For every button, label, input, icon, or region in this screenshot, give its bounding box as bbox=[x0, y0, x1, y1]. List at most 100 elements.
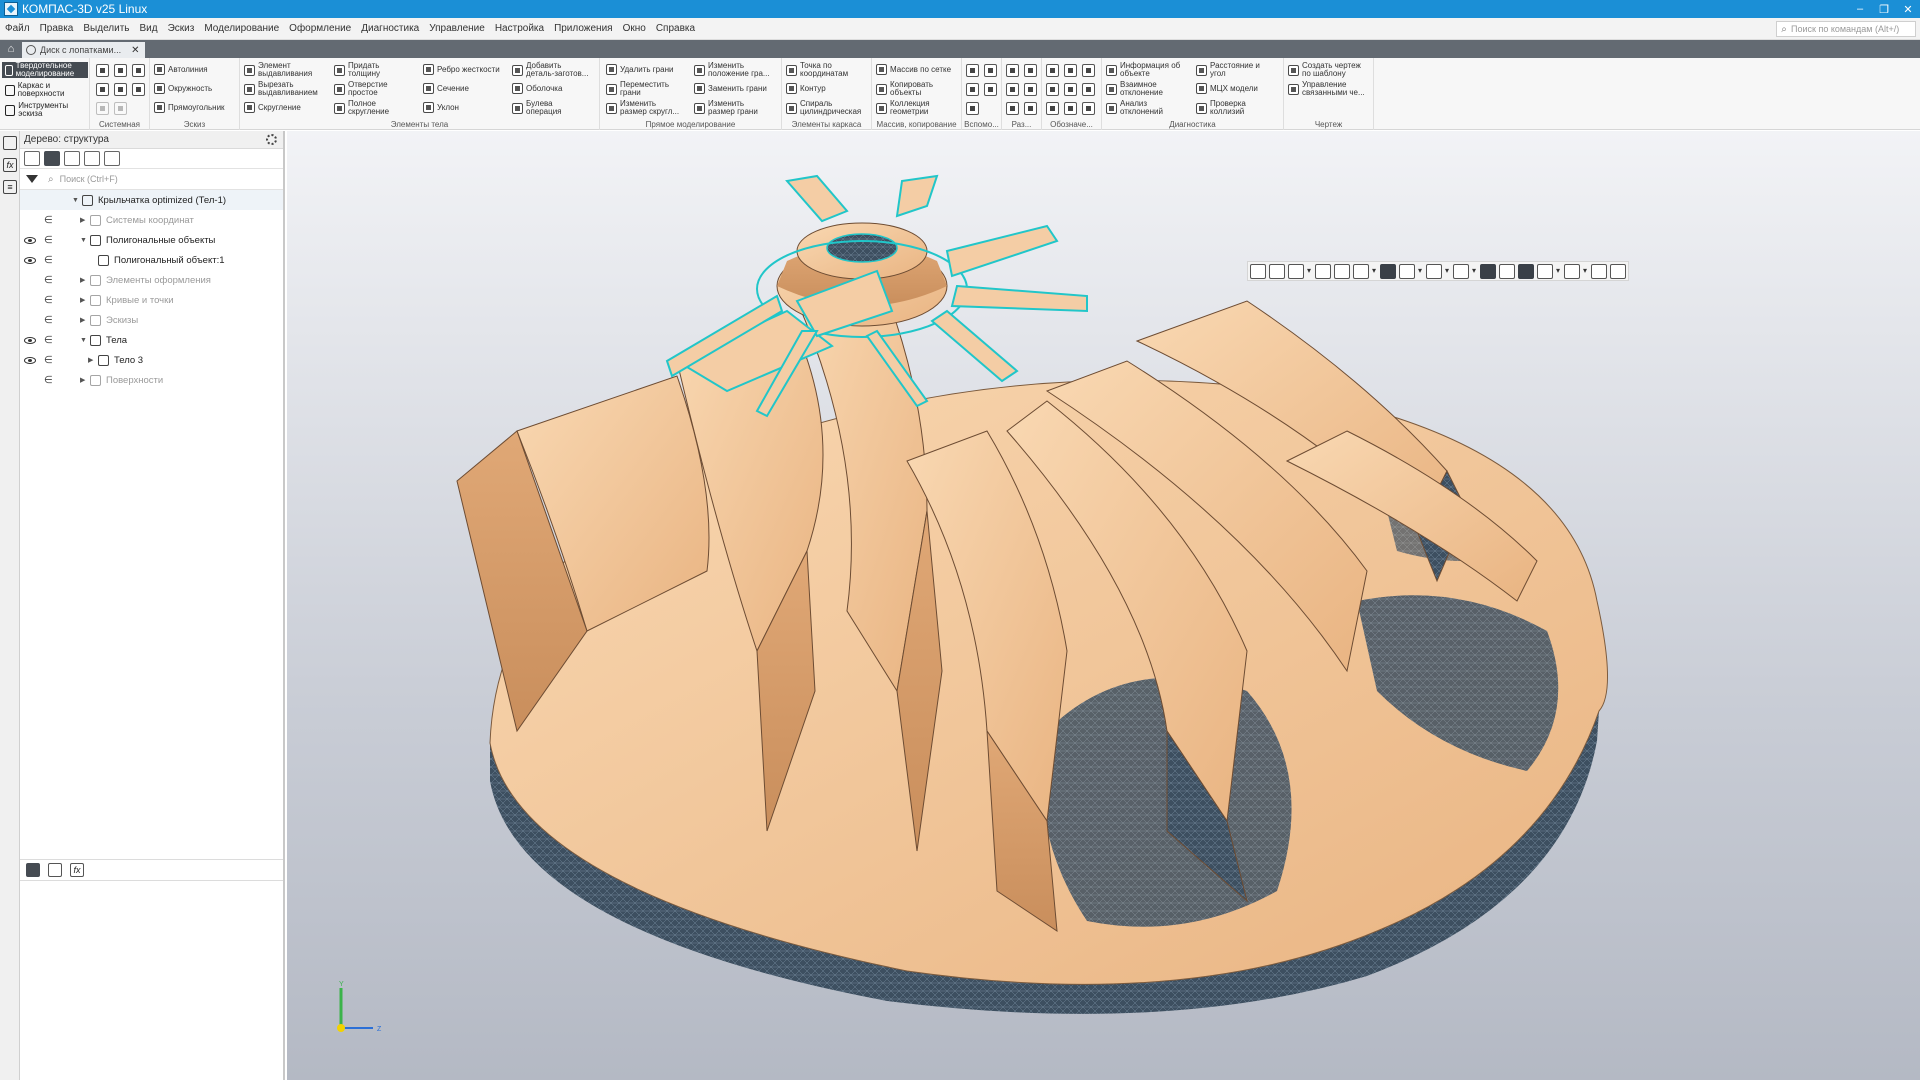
undo-icon[interactable] bbox=[96, 102, 109, 115]
menu-sketch[interactable]: Эскиз bbox=[163, 23, 200, 34]
delete-faces-button[interactable]: Удалить грани bbox=[606, 64, 673, 75]
object-info-button[interactable]: Информация об объекте bbox=[1106, 62, 1180, 78]
distance-angle-button[interactable]: Расстояние и угол bbox=[1196, 62, 1260, 78]
section-button[interactable]: Сечение bbox=[423, 83, 469, 94]
mode-sketch-tools[interactable]: Инструменты эскиза bbox=[2, 102, 88, 118]
menu-file[interactable]: Файл bbox=[0, 23, 35, 34]
tree-item-polygonal-objects[interactable]: ∈ ▼ Полигональные объекты bbox=[20, 230, 283, 250]
close-tab-icon[interactable]: ✕ bbox=[131, 45, 139, 56]
fillet-button[interactable]: Скругление bbox=[244, 102, 301, 113]
rectangle-button[interactable]: Прямоугольник bbox=[154, 102, 225, 113]
angle-dim-icon[interactable] bbox=[1064, 64, 1077, 77]
cut-extrude-button[interactable]: Вырезать выдавливанием bbox=[244, 81, 318, 97]
contour-button[interactable]: Контур bbox=[786, 83, 826, 94]
eye-icon[interactable] bbox=[24, 336, 36, 344]
collapse-arrow-icon[interactable]: ▼ bbox=[80, 337, 87, 344]
create-drawing-button[interactable]: Создать чертеж по шаблону bbox=[1288, 62, 1361, 78]
preview-icon[interactable] bbox=[114, 83, 127, 96]
split-face-icon[interactable] bbox=[1006, 83, 1019, 96]
tree-item-coordinate-systems[interactable]: ∈ ▶ Системы координат bbox=[20, 210, 283, 230]
gear-icon[interactable] bbox=[266, 134, 277, 145]
simple-hole-button[interactable]: Отверстие простое bbox=[334, 81, 388, 97]
expand-arrow-icon[interactable]: ▶ bbox=[80, 216, 85, 224]
command-search-input[interactable]: ⌕ Поиск по командам (Alt+/) bbox=[1776, 21, 1916, 37]
tree-build-order-icon[interactable] bbox=[44, 151, 60, 166]
change-face-position-button[interactable]: Изменить положение гра... bbox=[694, 62, 770, 78]
menu-view[interactable]: Вид bbox=[135, 23, 163, 34]
copy-objects-button[interactable]: Копировать объекты bbox=[876, 81, 933, 97]
leader-icon[interactable] bbox=[1046, 102, 1059, 115]
thicken-button[interactable]: Придать толщину bbox=[334, 62, 380, 78]
properties-tab-icon[interactable] bbox=[48, 863, 62, 877]
collision-check-button[interactable]: Проверка коллизий bbox=[1196, 100, 1246, 116]
menu-select[interactable]: Выделить bbox=[78, 23, 134, 34]
mutual-deviation-button[interactable]: Взаимное отклонение bbox=[1106, 81, 1163, 97]
collapse-arrow-icon[interactable]: ▼ bbox=[72, 197, 79, 204]
expand-arrow-icon[interactable]: ▶ bbox=[80, 316, 85, 324]
tree-search-input[interactable]: ⌕ Поиск (Ctrl+F) bbox=[20, 169, 283, 190]
resize-fillet-button[interactable]: Изменить размер скругл... bbox=[606, 100, 679, 116]
radius-dim-icon[interactable] bbox=[1082, 64, 1095, 77]
tree-item-annotation-elements[interactable]: ∈ ▶ Элементы оформления bbox=[20, 270, 283, 290]
aux-line-icon[interactable] bbox=[984, 83, 997, 96]
tree-item-polygonal-object-1[interactable]: ∈ Полигональный объект:1 bbox=[20, 250, 283, 270]
tolerance-icon[interactable] bbox=[1064, 83, 1077, 96]
filter-icon[interactable] bbox=[26, 175, 38, 183]
minimize-button[interactable]: – bbox=[1848, 0, 1872, 18]
extrude-button[interactable]: Элемент выдавливания bbox=[244, 62, 312, 78]
menu-annotation[interactable]: Оформление bbox=[284, 23, 356, 34]
cylindrical-spiral-button[interactable]: Спираль цилиндрическая bbox=[786, 100, 861, 116]
aux-point-icon[interactable] bbox=[966, 83, 979, 96]
roughness-icon[interactable] bbox=[1046, 83, 1059, 96]
tree-links-icon[interactable] bbox=[64, 151, 80, 166]
menu-edit[interactable]: Правка bbox=[35, 23, 79, 34]
boolean-button[interactable]: Булева операция bbox=[512, 100, 562, 116]
autoline-button[interactable]: Автолиния bbox=[154, 64, 208, 75]
split-line-icon[interactable] bbox=[1024, 64, 1037, 77]
close-window-button[interactable]: ✕ bbox=[1896, 0, 1920, 18]
tree-item-bodies[interactable]: ∈ ▼ Тела bbox=[20, 330, 283, 350]
model-viewport[interactable]: Y Z bbox=[287, 131, 1920, 1080]
open-document-icon[interactable] bbox=[114, 64, 127, 77]
plane-icon[interactable] bbox=[966, 64, 979, 77]
tree-structure-icon[interactable] bbox=[24, 151, 40, 166]
resize-face-button[interactable]: Изменить размер грани bbox=[694, 100, 758, 116]
document-tab[interactable]: Диск с лопатками... ✕ bbox=[22, 42, 146, 58]
menu-modeling[interactable]: Моделирование bbox=[199, 23, 284, 34]
rib-button[interactable]: Ребро жесткости bbox=[423, 64, 500, 75]
circle-button[interactable]: Окружность bbox=[154, 83, 212, 94]
datum-icon[interactable] bbox=[1082, 83, 1095, 96]
deviation-analysis-button[interactable]: Анализ отклонений bbox=[1106, 100, 1163, 116]
tree-panel-icon[interactable] bbox=[3, 136, 17, 150]
menu-help[interactable]: Справка bbox=[651, 23, 700, 34]
point-by-coords-button[interactable]: Точка по координатам bbox=[786, 62, 848, 78]
variables-tab-icon[interactable]: fx bbox=[70, 863, 84, 877]
shell-button[interactable]: Оболочка bbox=[512, 83, 562, 94]
variables-icon[interactable]: fx bbox=[3, 158, 17, 172]
eye-icon[interactable] bbox=[24, 256, 36, 264]
redo-icon[interactable] bbox=[114, 102, 127, 115]
mode-solid-modeling[interactable]: Твердотельное моделирование bbox=[2, 62, 88, 78]
tree-view-options-icon[interactable] bbox=[104, 151, 120, 166]
menu-window[interactable]: Окно bbox=[618, 23, 651, 34]
collapse-arrow-icon[interactable]: ▼ bbox=[80, 237, 87, 244]
tree-item-surfaces[interactable]: ∈ ▶ Поверхности bbox=[20, 370, 283, 390]
menu-applications[interactable]: Приложения bbox=[549, 23, 618, 34]
menu-settings[interactable]: Настройка bbox=[490, 23, 549, 34]
menu-management[interactable]: Управление bbox=[424, 23, 490, 34]
dimension-icon[interactable] bbox=[1046, 64, 1059, 77]
mass-properties-button[interactable]: МЦХ модели bbox=[1196, 83, 1258, 94]
text-icon[interactable] bbox=[1082, 102, 1095, 115]
expand-arrow-icon[interactable]: ▶ bbox=[80, 296, 85, 304]
grid-array-button[interactable]: Массив по сетке bbox=[876, 64, 951, 75]
expand-arrow-icon[interactable]: ▶ bbox=[88, 356, 93, 364]
axis-icon[interactable] bbox=[984, 64, 997, 77]
impeller-model[interactable] bbox=[287, 131, 1920, 1080]
lcs-icon[interactable] bbox=[966, 102, 979, 115]
tree-item-sketches[interactable]: ∈ ▶ Эскизы bbox=[20, 310, 283, 330]
save-all-icon[interactable] bbox=[132, 83, 145, 96]
replace-faces-button[interactable]: Заменить грани bbox=[694, 83, 767, 94]
properties-icon[interactable]: ≡ bbox=[3, 180, 17, 194]
eye-icon[interactable] bbox=[24, 356, 36, 364]
home-icon[interactable]: ⌂ bbox=[0, 40, 22, 58]
